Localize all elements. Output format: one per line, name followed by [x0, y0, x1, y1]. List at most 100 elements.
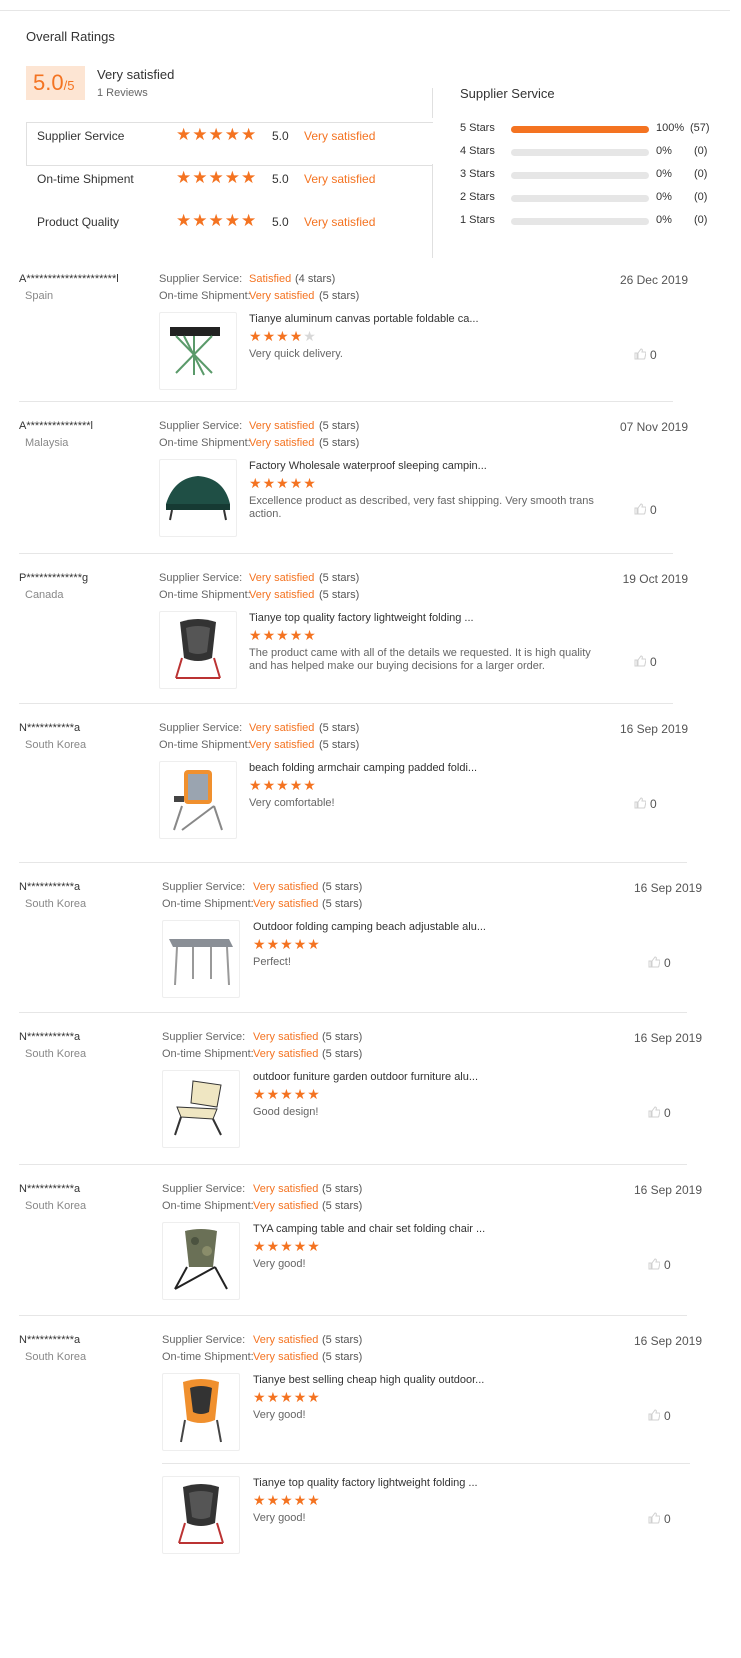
- supplier-service-value: Very satisfied: [249, 572, 315, 584]
- supplier-service-stars: (4 stars): [295, 273, 336, 285]
- breakdown-title: Supplier Service: [460, 86, 555, 101]
- star-rating: ★★★★★: [176, 168, 258, 187]
- ontime-shipment-value: Very satisfied: [253, 1200, 319, 1212]
- review-divider: [19, 401, 673, 402]
- thumbs-up-icon[interactable]: [634, 655, 647, 670]
- bar-percent: 0%: [656, 145, 672, 157]
- category-score: 5.0: [272, 129, 289, 143]
- divider-vertical: [432, 88, 433, 118]
- thumbs-up-icon[interactable]: [634, 797, 647, 812]
- product-thumbnail[interactable]: [159, 459, 237, 537]
- ontime-shipment-stars: (5 stars): [322, 1351, 363, 1363]
- divider-vertical: [432, 164, 433, 258]
- product-title-link[interactable]: Tianye best selling cheap high quality o…: [253, 1374, 484, 1386]
- product-title-link[interactable]: beach folding armchair camping padded fo…: [249, 762, 477, 774]
- bar-label: 5 Stars: [460, 122, 495, 134]
- top-divider: [0, 10, 730, 11]
- product-title-link[interactable]: Tianye aluminum canvas portable foldable…: [249, 313, 479, 325]
- product-thumbnail[interactable]: [159, 611, 237, 689]
- product-thumbnail[interactable]: [162, 920, 240, 998]
- reviewer-name: N***********a: [19, 1183, 81, 1195]
- supplier-service-value: Very satisfied: [253, 1031, 319, 1043]
- ontime-shipment-stars: (5 stars): [322, 1200, 363, 1212]
- product-thumbnail[interactable]: [159, 761, 237, 839]
- camping-chair-icon: [178, 1484, 224, 1544]
- reviewer-country: South Korea: [25, 739, 87, 751]
- thumbs-up-icon[interactable]: [634, 503, 647, 518]
- review-text: Very good!: [253, 1409, 306, 1421]
- supplier-service-stars: (5 stars): [322, 1183, 363, 1195]
- product-star-rating: ★★★★★: [249, 777, 317, 793]
- supplier-service-stars: (5 stars): [322, 881, 363, 893]
- like-count: 0: [664, 1512, 671, 1526]
- like-count: 0: [664, 956, 671, 970]
- ontime-shipment-stars: (5 stars): [319, 437, 360, 449]
- reviews-count: 1 Reviews: [97, 87, 148, 99]
- review-date: 16 Sep 2019: [619, 722, 688, 736]
- supplier-service-label: Supplier Service:: [159, 273, 243, 285]
- review-date: 16 Sep 2019: [633, 881, 702, 895]
- review-divider: [19, 1315, 687, 1316]
- category-rating-word: Very satisfied: [304, 215, 376, 229]
- product-title-link[interactable]: Factory Wholesale waterproof sleeping ca…: [249, 460, 487, 472]
- reviewer-country: South Korea: [25, 1351, 87, 1363]
- supplier-service-label: Supplier Service:: [159, 722, 243, 734]
- supplier-service-label: Supplier Service:: [162, 881, 246, 893]
- review-date: 26 Dec 2019: [619, 273, 688, 287]
- garden-chair-icon: [174, 1080, 222, 1136]
- ontime-shipment-value: Very satisfied: [253, 1351, 319, 1363]
- product-divider: [162, 1463, 690, 1464]
- bar-percent: 0%: [656, 214, 672, 226]
- supplier-service-stars: (5 stars): [319, 572, 360, 584]
- bar-count: (0): [694, 145, 708, 157]
- product-title-link[interactable]: outdoor funiture garden outdoor furnitur…: [253, 1071, 478, 1083]
- supplier-service-label: Supplier Service:: [159, 420, 243, 432]
- camping-chair-icon: [175, 619, 221, 679]
- bar-label: 4 Stars: [460, 145, 495, 157]
- product-star-rating: ★★★★★: [253, 1086, 321, 1102]
- product-star-rating: ★★★★★: [249, 475, 317, 491]
- category-score: 5.0: [272, 172, 289, 186]
- reviewer-name: N***********a: [19, 1031, 81, 1043]
- review-text: Very comfortable!: [249, 797, 335, 809]
- review-divider: [19, 703, 673, 704]
- star-rating: ★★★★★: [176, 211, 258, 230]
- product-star-rating: ★★★★★: [253, 1389, 321, 1405]
- product-thumbnail[interactable]: [162, 1373, 240, 1451]
- product-title-link[interactable]: Outdoor folding camping beach adjustable…: [253, 921, 486, 933]
- product-title-link[interactable]: TYA camping table and chair set folding …: [253, 1223, 485, 1235]
- product-thumbnail[interactable]: [162, 1222, 240, 1300]
- product-title-link[interactable]: Tianye top quality factory lightweight f…: [249, 612, 474, 624]
- thumbs-up-icon[interactable]: [648, 1512, 661, 1527]
- bar-label: 1 Stars: [460, 214, 495, 226]
- ontime-shipment-value: Very satisfied: [249, 290, 315, 302]
- camo-chair-icon: [174, 1229, 228, 1290]
- thumbs-up-icon[interactable]: [648, 1106, 661, 1121]
- folding-table-icon: [170, 327, 220, 376]
- ontime-shipment-stars: (5 stars): [322, 898, 363, 910]
- ontime-shipment-value: Very satisfied: [253, 1048, 319, 1060]
- thumbs-up-icon[interactable]: [648, 1258, 661, 1273]
- reviewer-country: Malaysia: [25, 437, 69, 449]
- reviewer-name: N***********a: [19, 722, 81, 734]
- thumbs-up-icon[interactable]: [648, 1409, 661, 1424]
- product-thumbnail[interactable]: [162, 1476, 240, 1554]
- product-title-link[interactable]: Tianye top quality factory lightweight f…: [253, 1477, 478, 1489]
- thumbs-up-icon[interactable]: [648, 956, 661, 971]
- ontime-shipment-label: On-time Shipment:: [162, 1351, 254, 1363]
- ontime-shipment-stars: (5 stars): [319, 739, 360, 751]
- reviewer-country: South Korea: [25, 898, 87, 910]
- thumbs-up-icon[interactable]: [634, 348, 647, 363]
- alu-table-icon: [169, 939, 233, 986]
- product-thumbnail[interactable]: [162, 1070, 240, 1148]
- product-thumbnail[interactable]: [159, 312, 237, 390]
- review-text: Very good!: [253, 1512, 306, 1524]
- review-date: 07 Nov 2019: [619, 420, 688, 434]
- review-text: Very good!: [253, 1258, 306, 1270]
- bar-fill: [511, 126, 649, 133]
- ontime-shipment-label: On-time Shipment:: [162, 898, 254, 910]
- category-rating-word: Very satisfied: [304, 129, 376, 143]
- orange-chair-icon: [180, 1379, 222, 1443]
- ontime-shipment-stars: (5 stars): [319, 290, 360, 302]
- category-label: Product Quality: [37, 215, 120, 229]
